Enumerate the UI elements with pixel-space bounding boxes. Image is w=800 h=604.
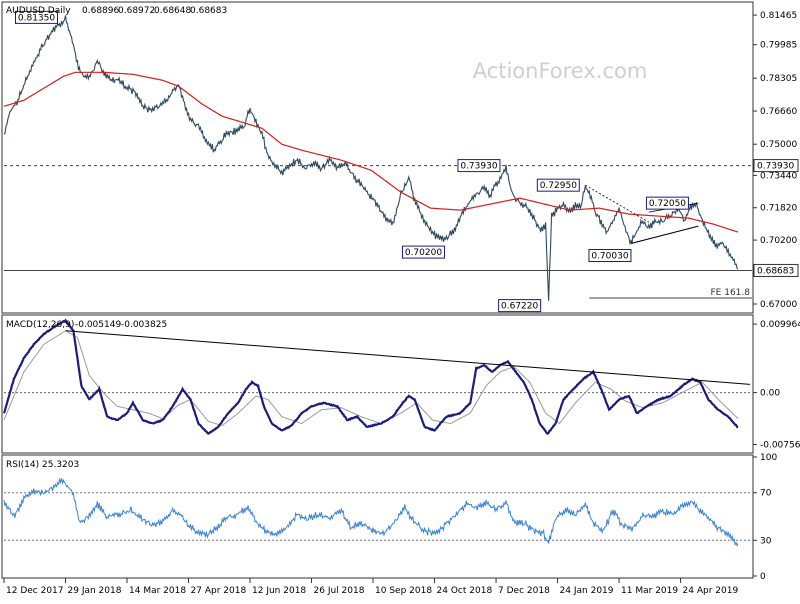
macd-title: MACD(12,26,9) [6, 320, 74, 330]
price-axis-level-label-0: 0.73930 [757, 162, 794, 172]
chart-canvas: ActionForex.com FE 161.80.813500.739300.… [0, 0, 800, 600]
rsi-y-tick-label-3: 0 [760, 572, 766, 582]
price-annotation-label-1: 0.73930 [460, 162, 497, 172]
macd-y-tick-label-2: -0.00756 [760, 441, 800, 451]
macd-y-tick-label-1: 0.00 [760, 389, 780, 399]
macd-y-tick-label-0: 0.009964 [760, 320, 800, 330]
rsi-y-tick-label-1: 70 [760, 489, 772, 499]
x-tick-label-9: 24 Jan 2019 [560, 586, 614, 596]
x-tick-label-4: 12 Jun 2018 [252, 586, 306, 596]
rsi-y-tick-label-2: 30 [760, 536, 772, 546]
x-tick-label-3: 27 Apr 2018 [191, 586, 247, 596]
ohlc-open: 0.68896 [82, 6, 119, 16]
ohlc-close: 0.68683 [190, 6, 227, 16]
price-annotation-label-2: 0.72950 [540, 181, 577, 191]
x-tick-label-10: 11 Mar 2019 [621, 586, 678, 596]
rsi-y-tick-label-0: 100 [760, 453, 777, 463]
x-tick-label-7: 24 Oct 2018 [437, 586, 493, 596]
price-y-tick-label-8: 0.67000 [760, 300, 797, 310]
watermark-text: ActionForex.com [473, 59, 648, 83]
x-tick-label-2: 14 Mar 2018 [129, 586, 186, 596]
price-y-tick-label-4: 0.75000 [760, 140, 797, 150]
price-y-tick-label-0: 0.81465 [760, 11, 797, 21]
price-y-tick-label-2: 0.78305 [760, 74, 797, 84]
x-tick-label-0: 12 Dec 2017 [6, 586, 64, 596]
price-annotation-label-5: 0.70030 [591, 251, 628, 261]
price-y-tick-label-3: 0.76660 [760, 107, 797, 117]
price-annotation-label-6: 0.67220 [501, 302, 538, 312]
macd-value: -0.005149 [75, 320, 121, 330]
fe-level-label: FE 161.8 [711, 288, 751, 298]
x-tick-label-5: 26 Jul 2018 [314, 586, 365, 596]
price-annotation-label-3: 0.72050 [649, 199, 686, 209]
rsi-value: 25.3203 [42, 460, 79, 470]
x-tick-label-6: 10 Sep 2018 [375, 586, 432, 596]
price-y-tick-label-6: 0.71820 [760, 204, 797, 214]
price-y-tick-label-7: 0.70200 [760, 236, 797, 246]
price-y-tick-label-1: 0.79985 [760, 41, 797, 51]
price-axis-level-label-1: 0.68683 [757, 266, 794, 276]
price-title: AUDUSD Daily [6, 6, 71, 16]
x-tick-label-1: 29 Jan 2018 [68, 586, 122, 596]
x-tick-label-11: 24 Apr 2019 [683, 586, 739, 596]
price-y-tick-label-5: 0.73440 [760, 171, 797, 181]
forex-chart: ActionForex.com FE 161.8 0.81350 0.73930 0.… [0, 0, 800, 600]
macd-signal-value: -0.003825 [121, 320, 167, 330]
price-annotation-label-4: 0.70200 [405, 248, 442, 258]
ohlc-high: 0.68972 [118, 6, 155, 16]
x-tick-label-8: 7 Dec 2018 [498, 586, 550, 596]
rsi-title: RSI(14) [6, 460, 39, 470]
ohlc-low: 0.68648 [154, 6, 191, 16]
